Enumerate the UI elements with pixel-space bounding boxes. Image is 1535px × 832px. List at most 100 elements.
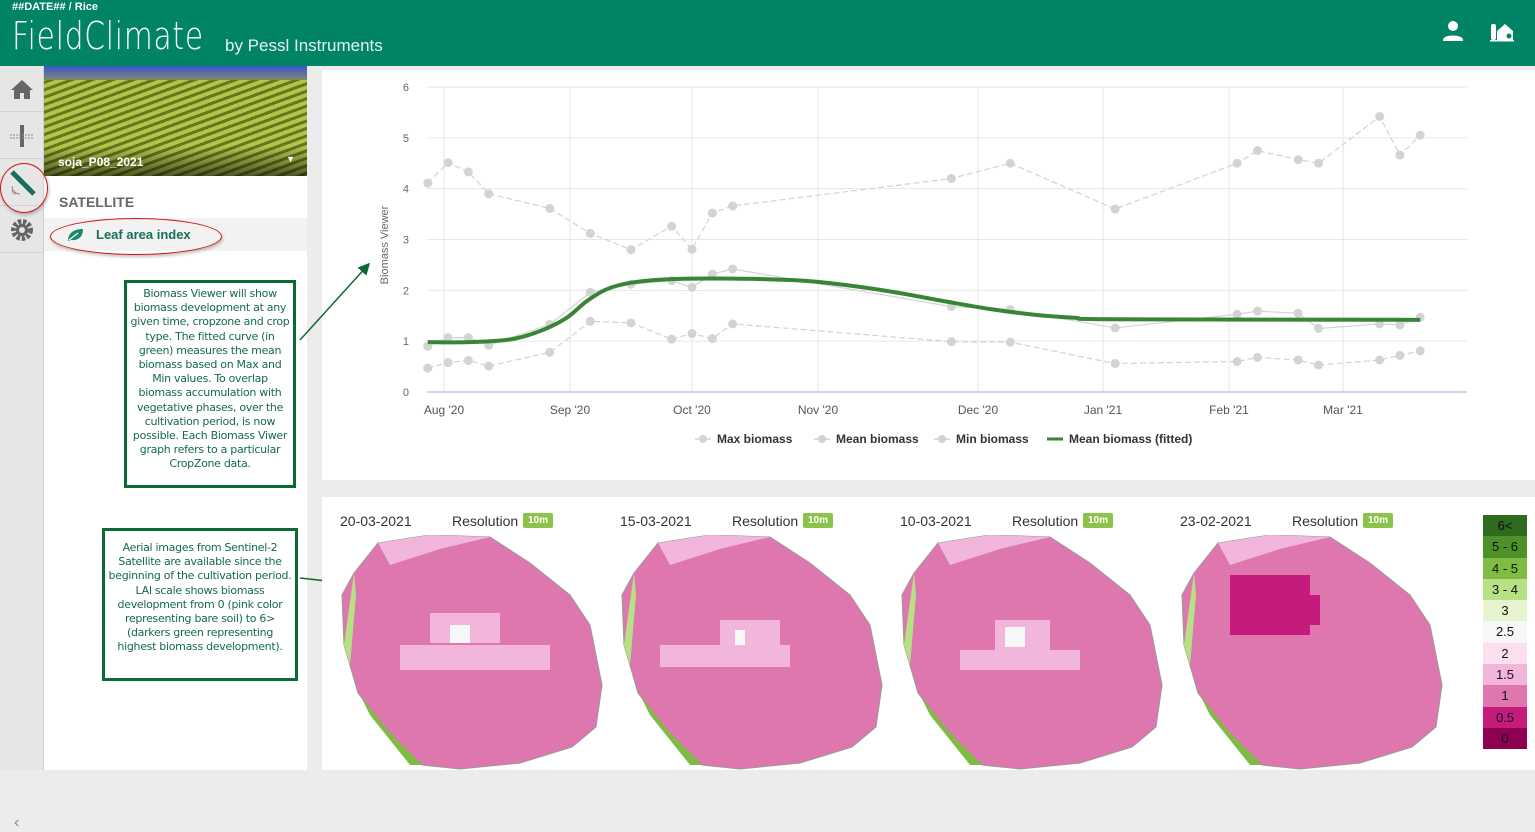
chart-svg: 0 1 2 3 4 5 6 Aug '20 Sep '20 Oct '20 Nov '20 Dec '… — [379, 82, 1467, 446]
data-point[interactable] — [585, 316, 595, 326]
legend-label: Min biomass — [956, 432, 1029, 446]
data-point[interactable] — [443, 158, 453, 168]
lai-legend-cell: 1.5 — [1483, 664, 1527, 686]
lai-legend-cell: 1 — [1483, 685, 1527, 707]
data-point[interactable] — [1232, 357, 1242, 366]
satellite-map[interactable]: 15-03-2021 Resolution 10m — [620, 497, 900, 770]
data-point[interactable] — [443, 358, 453, 368]
resolution-badge: 10m — [1363, 513, 1394, 528]
data-point[interactable] — [423, 178, 433, 188]
data-point[interactable] — [585, 228, 595, 238]
map-date: 20-03-2021 — [340, 513, 412, 529]
satellite-map[interactable]: 20-03-2021 Resolution 10m — [340, 497, 620, 770]
legend-item[interactable]: Mean biomass (fitted) — [1047, 432, 1192, 446]
field-selector[interactable]: soja_P08_2021 — [58, 155, 143, 169]
data-point[interactable] — [626, 318, 636, 328]
legend-marker — [699, 435, 707, 443]
y-tick-label: 0 — [403, 387, 409, 399]
data-point[interactable] — [707, 334, 717, 344]
data-point[interactable] — [463, 355, 473, 365]
collapse-sidebar-button[interactable]: ‹ — [14, 814, 19, 832]
data-point[interactable] — [1395, 350, 1405, 360]
data-point[interactable] — [707, 208, 717, 218]
data-point[interactable] — [1375, 355, 1385, 365]
biomass-chart: 0 1 2 3 4 5 6 Aug '20 Sep '20 Oct '20 Nov '20 Dec '… — [322, 70, 1535, 480]
data-point[interactable] — [423, 363, 433, 373]
chevron-down-icon[interactable]: ▼ — [286, 154, 295, 164]
data-point[interactable] — [626, 245, 636, 255]
data-point[interactable] — [687, 282, 697, 292]
sensor-icon — [10, 124, 34, 147]
satellite-map[interactable]: 23-02-2021 Resolution 10m — [1180, 497, 1460, 770]
breadcrumb: ##DATE## / Rice — [12, 1, 99, 13]
data-point[interactable] — [1232, 309, 1242, 319]
data-point[interactable] — [687, 244, 697, 254]
logo[interactable]: FieldClimate — [12, 14, 204, 58]
rail-home[interactable] — [0, 66, 44, 112]
data-point[interactable] — [1232, 158, 1242, 168]
series-line-2 — [427, 320, 1421, 369]
data-point[interactable] — [946, 337, 956, 347]
data-point[interactable] — [1005, 337, 1015, 347]
y-tick-label: 6 — [403, 82, 409, 94]
data-point[interactable] — [1110, 204, 1120, 214]
series-line-3 — [427, 276, 1421, 345]
x-tick-label: Nov '20 — [798, 403, 839, 417]
data-point[interactable] — [1415, 346, 1425, 356]
lai-legend-cell: 2 — [1483, 642, 1527, 665]
x-tick-label: Dec '20 — [958, 403, 999, 417]
data-point[interactable] — [545, 203, 555, 213]
data-point[interactable] — [1293, 355, 1303, 365]
data-point[interactable] — [1110, 323, 1120, 333]
resolution-label: Resolution — [732, 513, 799, 529]
map-annotation: Aerial images from Sentinel-2 Satellite … — [102, 528, 298, 681]
data-point[interactable] — [728, 264, 738, 274]
data-point[interactable] — [1253, 306, 1262, 316]
data-point[interactable] — [1253, 146, 1262, 156]
resolution-label: Resolution — [1012, 513, 1079, 529]
data-point[interactable] — [1293, 155, 1303, 165]
data-point[interactable] — [484, 189, 494, 199]
x-tick-label: Jan '21 — [1084, 403, 1123, 417]
farm-icon[interactable] — [1489, 18, 1515, 44]
data-point[interactable] — [1314, 158, 1324, 168]
data-point[interactable] — [728, 201, 738, 211]
data-point[interactable] — [1314, 360, 1324, 370]
map-date: 15-03-2021 — [620, 513, 692, 529]
lai-legend-cell: 6< — [1483, 515, 1527, 537]
resolution-badge: 10m — [523, 513, 554, 528]
satellite-map[interactable]: 10-03-2021 Resolution 10m — [900, 497, 1180, 770]
data-point[interactable] — [545, 347, 555, 357]
data-point[interactable] — [484, 361, 494, 371]
legend-label: Mean biomass — [836, 432, 919, 446]
data-point[interactable] — [463, 167, 473, 177]
data-point[interactable] — [667, 221, 677, 231]
data-point[interactable] — [1415, 130, 1425, 140]
data-point[interactable] — [1253, 352, 1262, 362]
data-point[interactable] — [1293, 308, 1303, 318]
rail-settings[interactable] — [0, 207, 44, 253]
data-point[interactable] — [687, 329, 697, 339]
x-tick-label: Feb '21 — [1209, 403, 1249, 417]
data-point[interactable] — [1314, 323, 1324, 333]
map-date: 10-03-2021 — [900, 513, 972, 529]
data-point[interactable] — [946, 174, 956, 183]
logo-subtitle: by Pessl Instruments — [225, 36, 383, 55]
home-icon — [11, 79, 33, 99]
legend-item[interactable]: Max biomass — [695, 432, 793, 446]
lai-legend-cell: 0.5 — [1483, 706, 1527, 728]
resolution-label: Resolution — [452, 513, 519, 529]
lai-legend-cell: 3 — [1483, 600, 1527, 622]
rail-sensor[interactable] — [0, 113, 44, 159]
satellite-maps: 20-03-2021 Resolution 10m 15-03-2021 Res… — [322, 497, 1535, 770]
legend-item[interactable]: Min biomass — [934, 432, 1029, 446]
data-point[interactable] — [667, 334, 677, 344]
data-point[interactable] — [1395, 150, 1405, 160]
data-point[interactable] — [1005, 158, 1015, 168]
data-point[interactable] — [1110, 359, 1120, 369]
user-icon[interactable] — [1440, 18, 1466, 44]
legend-item[interactable]: Mean biomass — [814, 432, 919, 446]
data-point[interactable] — [728, 319, 738, 329]
data-point[interactable] — [1375, 111, 1385, 121]
series-line-0 — [427, 115, 1421, 251]
